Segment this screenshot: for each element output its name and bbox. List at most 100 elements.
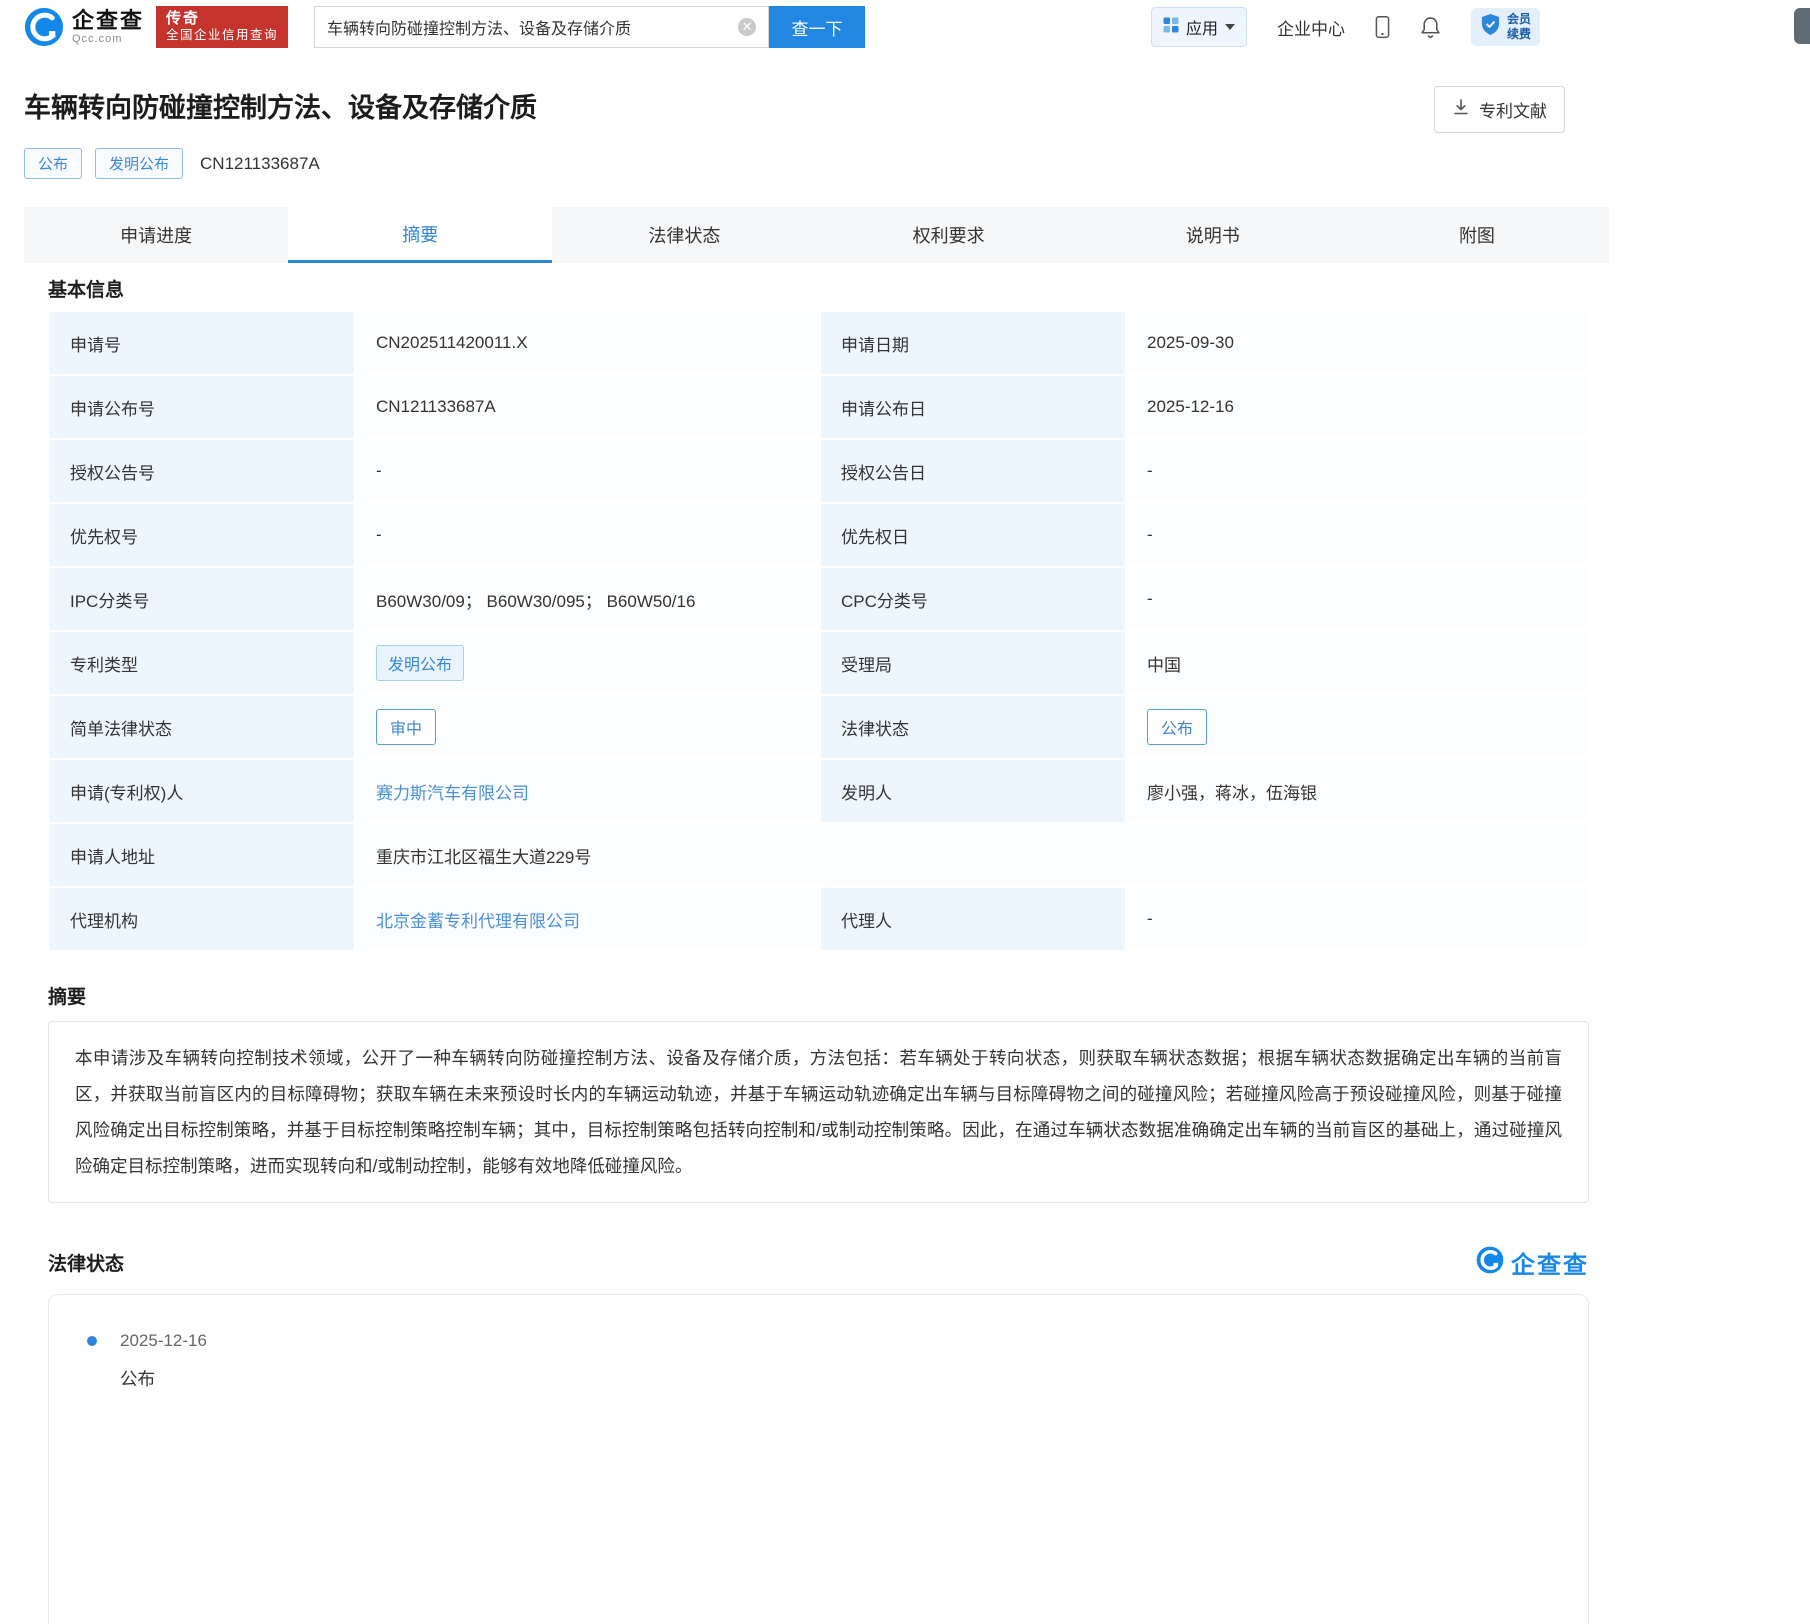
caret-down-icon [1225,24,1235,30]
logo-name: 企查查 [72,9,144,33]
brand-slogan-badge: 传奇 全国企业信用查询 [156,6,288,47]
tab-description[interactable]: 说明书 [1081,207,1345,263]
info-value: 发明公布 [356,632,819,694]
timeline-item: 2025-12-16 公布 [87,1331,1588,1391]
badge-line2: 全国企业信用查询 [166,28,278,43]
tab-claims[interactable]: 权利要求 [817,207,1081,263]
enterprise-center-link[interactable]: 企业中心 [1277,15,1345,40]
table-row: 申请号 CN202511420011.X 申请日期 2025-09-30 [50,312,1590,374]
qcc-logo[interactable]: 企查查 Qcc.com 传奇 全国企业信用查询 [24,6,288,47]
applicant-link[interactable]: 赛力斯汽车有限公司 [376,784,529,803]
notifications-bell-icon[interactable] [1420,16,1441,39]
mobile-app-icon[interactable] [1375,15,1390,39]
table-row: 授权公告号 - 授权公告日 - [50,440,1590,502]
tab-abstract[interactable]: 摘要 [288,207,552,263]
member-renew-label: 会员 续费 [1507,12,1531,42]
tab-drawings[interactable]: 附图 [1345,207,1609,263]
legal-status-tag: 公布 [1147,709,1207,745]
status-badge: 公布 [24,148,82,179]
info-value: 中国 [1127,632,1590,694]
basic-info-table: 申请号 CN202511420011.X 申请日期 2025-09-30 申请公… [48,310,1592,952]
info-value: 重庆市江北区福生大道229号 [356,824,1590,886]
info-value: 2025-09-30 [1127,312,1590,374]
table-row: IPC分类号 B60W30/09； B60W30/095； B60W50/16 … [50,568,1590,630]
qcc-brand-text: 企查查 [1511,1245,1589,1280]
qcc-brand-icon [1476,1246,1504,1279]
info-label: 代理人 [821,888,1125,950]
info-label: 简单法律状态 [50,696,354,758]
info-value: - [356,504,819,566]
info-value: 赛力斯汽车有限公司 [356,760,819,822]
basic-info-section-title: 基本信息 [48,275,1786,302]
info-value: - [1127,888,1590,950]
info-value: 北京金蓄专利代理有限公司 [356,888,819,950]
app-grid-icon [1163,17,1179,38]
simple-legal-status-tag: 审中 [376,709,436,745]
info-value: 审中 [356,696,819,758]
info-label: 申请公布日 [821,376,1125,438]
patent-type-badge: 发明公布 [95,148,183,179]
search-button[interactable]: 查一下 [769,6,865,48]
table-row: 简单法律状态 审中 法律状态 公布 [50,696,1590,758]
side-float-widget[interactable] [1794,8,1810,44]
logo-subtitle: Qcc.com [72,33,144,45]
info-value: - [1127,440,1590,502]
info-label: 申请日期 [821,312,1125,374]
info-label: 受理局 [821,632,1125,694]
abstract-text: 本申请涉及车辆转向控制技术领域，公开了一种车辆转向防碰撞控制方法、设备及存储介质… [48,1021,1589,1203]
member-renew-button[interactable]: 会员 续费 [1471,8,1540,46]
info-label: 法律状态 [821,696,1125,758]
abstract-section-title: 摘要 [48,982,1786,1009]
qcc-logo-text: 企查查 Qcc.com [72,9,144,45]
tab-legal-status[interactable]: 法律状态 [552,207,816,263]
search-bar: ✕ 查一下 [314,6,865,48]
table-row: 申请人地址 重庆市江北区福生大道229号 [50,824,1590,886]
badge-line1: 传奇 [166,10,278,27]
info-label: 发明人 [821,760,1125,822]
table-row: 优先权号 - 优先权日 - [50,504,1590,566]
agency-link[interactable]: 北京金蓄专利代理有限公司 [376,912,580,931]
info-label: 申请(专利权)人 [50,760,354,822]
info-label: IPC分类号 [50,568,354,630]
legal-status-timeline: 2025-12-16 公布 [48,1294,1589,1624]
timeline-date: 2025-12-16 [120,1331,207,1351]
table-row: 申请(专利权)人 赛力斯汽车有限公司 发明人 廖小强，蒋冰，伍海银 [50,760,1590,822]
info-label: 专利类型 [50,632,354,694]
apps-menu-label: 应用 [1186,15,1218,39]
download-icon [1452,98,1470,121]
timeline-status: 公布 [120,1366,1588,1391]
info-label: 代理机构 [50,888,354,950]
patent-document-button[interactable]: 专利文献 [1434,86,1565,133]
info-value: 廖小强，蒋冰，伍海银 [1127,760,1590,822]
legal-status-section-title: 法律状态 [48,1249,124,1276]
patent-document-label: 专利文献 [1479,97,1547,122]
detail-tabs: 申请进度 摘要 法律状态 权利要求 说明书 附图 [24,207,1609,263]
info-value: 2025-12-16 [1127,376,1590,438]
page-title: 车辆转向防碰撞控制方法、设备及存储介质 [24,86,537,125]
apps-menu-button[interactable]: 应用 [1151,7,1247,47]
legal-status-header: 法律状态 企查查 [48,1245,1589,1280]
info-label: 授权公告号 [50,440,354,502]
info-label: 申请公布号 [50,376,354,438]
timeline-dot [87,1336,97,1346]
info-value: - [1127,504,1590,566]
patent-title-row: 车辆转向防碰撞控制方法、设备及存储介质 专利文献 [24,86,1565,133]
info-value: - [1127,568,1590,630]
info-value: 公布 [1127,696,1590,758]
patent-type-tag[interactable]: 发明公布 [376,645,464,681]
search-box[interactable]: ✕ [314,6,769,48]
info-label: CPC分类号 [821,568,1125,630]
info-value: - [356,440,819,502]
table-row: 申请公布号 CN121133687A 申请公布日 2025-12-16 [50,376,1590,438]
header-nav: 应用 企业中心 会员 续费 [1151,7,1540,47]
tab-application-progress[interactable]: 申请进度 [24,207,288,263]
clear-search-icon[interactable]: ✕ [738,18,756,36]
publication-number: CN121133687A [200,154,320,174]
info-label: 优先权号 [50,504,354,566]
qcc-logo-icon [24,7,64,47]
info-value: B60W30/09； B60W30/095； B60W50/16 [356,568,819,630]
main-content: 车辆转向防碰撞控制方法、设备及存储介质 专利文献 公布 发明公布 CN12113… [0,86,1810,1624]
table-row: 专利类型 发明公布 受理局 中国 [50,632,1590,694]
search-input[interactable] [327,18,738,36]
info-value: CN121133687A [356,376,819,438]
